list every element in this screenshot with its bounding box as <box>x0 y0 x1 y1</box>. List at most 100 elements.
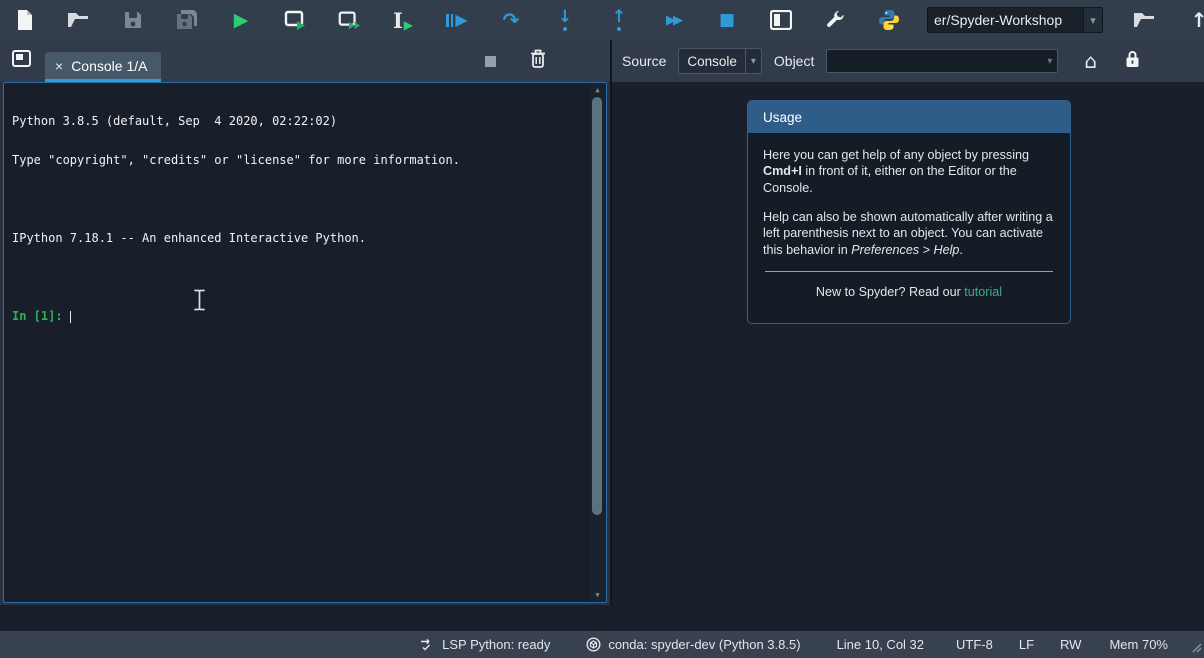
usage-footer: New to Spyder? Read our tutorial <box>763 284 1055 310</box>
close-icon[interactable]: × <box>55 58 63 74</box>
run-selection-button[interactable]: I ▶ <box>391 7 415 33</box>
console-pane: × Console 1/A Python 3.8.5 (default, Sep… <box>0 40 610 605</box>
object-label: Object <box>774 53 814 69</box>
conda-env-status[interactable]: conda: spyder-dev (Python 3.8.5) <box>586 637 800 652</box>
preferences-path: Preferences > Help <box>851 243 959 257</box>
wrench-icon <box>824 9 846 31</box>
ipython-prompt: In [1]: <box>12 309 70 323</box>
ibeam-icon: I <box>393 10 403 31</box>
conda-icon <box>586 637 601 652</box>
scroll-up-icon[interactable]: ▲ <box>590 84 605 96</box>
console-scrollbar[interactable]: ▲ ▼ <box>590 84 605 601</box>
lsp-status-text: LSP Python: ready <box>442 637 550 652</box>
save-icon <box>123 10 143 30</box>
usage-title: Usage <box>748 101 1070 133</box>
chevron-down-icon: ▾ <box>1042 50 1057 72</box>
run-file-button[interactable]: ▶ <box>229 7 253 33</box>
folder-icon <box>1133 10 1157 30</box>
debug-icon: ▶ <box>446 12 467 28</box>
chevron-down-icon: ▾ <box>1083 8 1102 32</box>
parent-directory-button[interactable]: ↑ <box>1187 7 1204 33</box>
browse-directory-button[interactable] <box>1133 7 1157 33</box>
tutorial-link[interactable]: tutorial <box>964 285 1002 299</box>
permissions-status: RW <box>1060 637 1081 652</box>
debug-step-button[interactable]: ↷ <box>499 7 523 33</box>
object-input[interactable] <box>827 50 1042 72</box>
run-cell-button[interactable] <box>283 7 307 33</box>
conda-env-text: conda: spyder-dev (Python 3.8.5) <box>608 637 800 652</box>
stop-icon: ■ <box>719 12 735 29</box>
status-bar: LSP Python: ready conda: spyder-dev (Pyt… <box>0 631 1204 658</box>
lock-icon <box>1125 50 1140 68</box>
new-file-button[interactable] <box>13 7 37 33</box>
step-out-icon: ↑ <box>612 9 626 31</box>
console-output: Python 3.8.5 (default, Sep 4 2020, 02:22… <box>4 83 606 355</box>
spyder-window: ▶ I ▶ ▶ ↷ ↓ ↑ ▶▶ ■ <box>0 0 1204 658</box>
python-logo-icon <box>877 8 901 32</box>
open-folder-icon <box>67 10 91 30</box>
working-directory-value: er/Spyder-Workshop <box>928 8 1083 32</box>
open-file-button[interactable] <box>67 7 91 33</box>
usage-body: Here you can get help of any object by p… <box>748 133 1070 323</box>
browse-tabs-button[interactable] <box>12 50 31 72</box>
run-cell-icon <box>283 8 307 32</box>
resize-grip[interactable] <box>1190 641 1202 656</box>
console-pane-header: × Console 1/A <box>0 40 610 82</box>
python-env-button[interactable] <box>877 7 901 33</box>
run-cell-advance-button[interactable] <box>337 7 361 33</box>
source-label: Source <box>622 53 666 69</box>
working-directory-dropdown[interactable]: er/Spyder-Workshop ▾ <box>927 7 1103 33</box>
save-all-icon <box>176 9 198 31</box>
debug-continue-button[interactable]: ▶▶ <box>661 7 685 33</box>
tools-button[interactable] <box>823 7 847 33</box>
console-line: IPython 7.18.1 -- An enhanced Interactiv… <box>12 232 598 245</box>
help-pane: Source Console ▾ Object ▾ ⌂ <box>612 40 1204 605</box>
eol-status: LF <box>1019 637 1034 652</box>
new-file-icon <box>15 9 35 31</box>
main-toolbar: ▶ I ▶ ▶ ↷ ↓ ↑ ▶▶ ■ <box>0 0 1204 40</box>
chevron-down-icon: ▾ <box>745 49 761 73</box>
save-button[interactable] <box>121 7 145 33</box>
console-prompt-line: In [1]: <box>12 310 598 323</box>
source-dropdown[interactable]: Console ▾ <box>678 48 762 74</box>
text-caret <box>70 311 72 323</box>
scroll-down-icon[interactable]: ▼ <box>590 589 605 601</box>
debug-file-button[interactable]: ▶ <box>445 7 469 33</box>
usage-paragraph-1: Here you can get help of any object by p… <box>763 147 1055 196</box>
lock-button[interactable] <box>1125 50 1140 73</box>
object-combobox[interactable]: ▾ <box>826 49 1058 73</box>
remove-console-button[interactable] <box>530 49 546 73</box>
console-line: Python 3.8.5 (default, Sep 4 2020, 02:22… <box>12 115 598 128</box>
memory-status: Mem 70% <box>1109 637 1168 652</box>
shortcut-key: Cmd+I <box>763 164 802 178</box>
lsp-icon <box>420 637 435 652</box>
continue-icon: ▶▶ <box>666 14 680 27</box>
usage-box: Usage Here you can get help of any objec… <box>747 100 1071 324</box>
ipython-console[interactable]: Python 3.8.5 (default, Sep 4 2020, 02:22… <box>3 82 607 603</box>
lsp-status: LSP Python: ready <box>420 637 550 652</box>
console-line: Type "copyright", "credits" or "license"… <box>12 154 598 167</box>
save-all-button[interactable] <box>175 7 199 33</box>
debug-step-in-button[interactable]: ↓ <box>553 7 577 33</box>
debug-stop-button[interactable]: ■ <box>715 7 739 33</box>
console-tab[interactable]: × Console 1/A <box>45 52 161 82</box>
source-value: Console <box>679 49 745 73</box>
console-tab-label: Console 1/A <box>71 58 147 74</box>
maximize-pane-button[interactable] <box>769 7 793 33</box>
up-arrow-icon: ↑ <box>1191 10 1204 30</box>
cursor-position-status: Line 10, Col 32 <box>837 637 924 652</box>
run-cell-advance-icon <box>337 8 361 32</box>
trash-icon <box>530 49 546 68</box>
play-small-icon: ▶ <box>404 19 413 31</box>
divider <box>765 271 1053 272</box>
scrollbar-thumb[interactable] <box>592 97 602 515</box>
step-over-icon: ↷ <box>503 10 520 30</box>
interrupt-kernel-button[interactable] <box>485 56 496 67</box>
maximize-pane-icon <box>770 10 792 30</box>
home-button[interactable]: ⌂ <box>1084 51 1097 71</box>
encoding-status: UTF-8 <box>956 637 993 652</box>
debug-step-out-button[interactable]: ↑ <box>607 7 631 33</box>
main-area: × Console 1/A Python 3.8.5 (default, Sep… <box>0 40 1204 605</box>
step-into-icon: ↓ <box>558 9 572 31</box>
usage-paragraph-2: Help can also be shown automatically aft… <box>763 209 1055 258</box>
